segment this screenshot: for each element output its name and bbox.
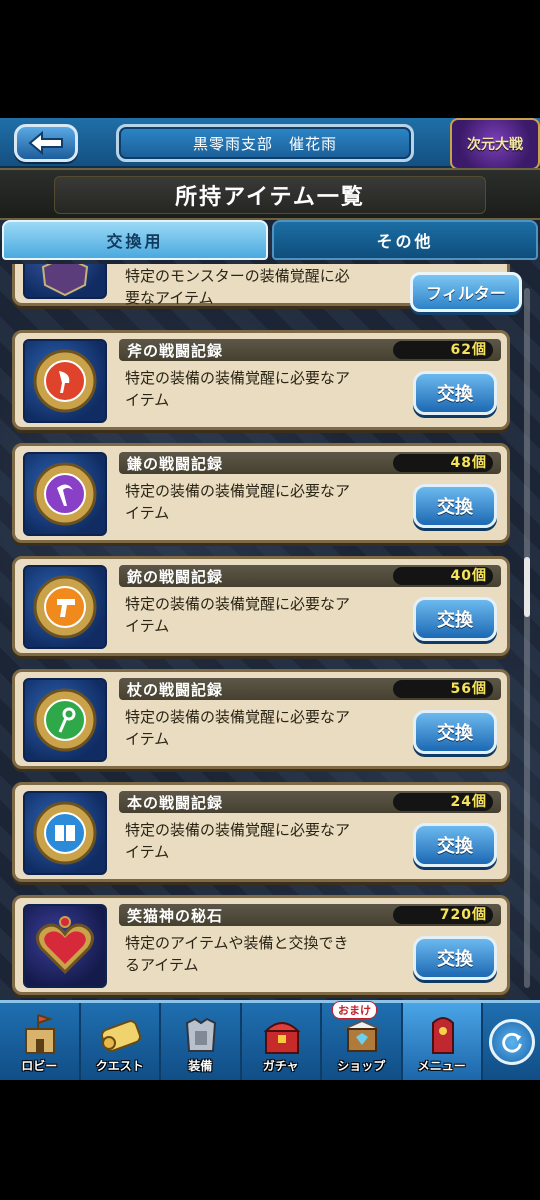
desc-line-2: イテム [125, 504, 170, 522]
page-title: 所持アイテム一覧 [54, 176, 486, 214]
tab-exchange[interactable]: 交換用 [2, 220, 268, 260]
item-name-plate: 笑猫神の秘石 720個 [119, 904, 501, 926]
exchange-button[interactable]: 交換 [413, 484, 497, 528]
desc-line-1: 特定の装備の装備覚醒に必要なア [125, 821, 351, 839]
item-count: 24個 [393, 793, 493, 811]
shield-item-icon [23, 264, 107, 299]
nav-label: 装備 [188, 1059, 213, 1073]
nav-lobby[interactable]: ロビー [0, 1003, 81, 1080]
item-name-plate: 銃の戦闘記録 40個 [119, 565, 501, 587]
item-description: 特定のアイテムや装備と交換でき るアイテム [125, 932, 415, 976]
item-description: 特定の装備の装備覚醒に必要なア イテム [125, 819, 415, 863]
nav-gacha[interactable]: ガチャ [242, 1003, 322, 1080]
nav-label: ショップ [337, 1059, 386, 1073]
axe-record-icon [23, 339, 107, 423]
nav-shop[interactable]: おまけ ショップ [322, 1001, 403, 1080]
item-description: 特定の装備の装備覚醒に必要なア イテム [125, 480, 415, 524]
list-item: 斧の戦闘記録 62個 特定の装備の装備覚醒に必要なア イテム 交換 [12, 330, 510, 430]
nav-equipment[interactable]: 装備 [161, 1003, 242, 1080]
screen: 黒零雨支部 催花雨 次元大戦 所持アイテム一覧 交換用 その他 特定のモンスター… [0, 0, 540, 1200]
item-count: 56個 [393, 680, 493, 698]
scrollbar[interactable] [524, 288, 530, 988]
event-badge-label: 次元大戦 [467, 137, 523, 153]
lobby-castle-icon [25, 1014, 55, 1054]
gun-record-icon [23, 565, 107, 649]
list-item: 笑猫神の秘石 720個 特定のアイテムや装備と交換でき るアイテム 交換 [12, 895, 510, 995]
top-bar: 黒零雨支部 催花雨 次元大戦 [0, 118, 540, 170]
desc-line-2: イテム [125, 391, 170, 409]
item-count: 720個 [393, 906, 493, 924]
menu-door-icon [431, 1017, 454, 1054]
item-name-plate: 本の戦闘記録 24個 [119, 791, 501, 813]
title-bar: 所持アイテム一覧 [0, 168, 540, 220]
nav-label: ガチャ [262, 1059, 299, 1073]
filter-button[interactable]: フィルター [410, 272, 522, 312]
desc-line-1: 特定の装備の装備覚醒に必要なア [125, 369, 351, 387]
exchange-button[interactable]: 交換 [413, 597, 497, 641]
desc-line-1: 特定の装備の装備覚醒に必要なア [125, 595, 351, 613]
bottom-nav: ロビー クエスト 装備 ガチャ おまけ ショップ メニュー [0, 1000, 540, 1080]
desc-line-2: イテム [125, 617, 170, 635]
item-name-plate: 杖の戦闘記録 56個 [119, 678, 501, 700]
desc-line-2: イテム [125, 843, 170, 861]
event-badge-button[interactable]: 次元大戦 [450, 118, 540, 170]
armor-icon [185, 1017, 217, 1052]
book-record-icon [23, 791, 107, 875]
game-area: 黒零雨支部 催花雨 次元大戦 所持アイテム一覧 交換用 その他 特定のモンスター… [0, 118, 540, 1080]
back-arrow-icon [28, 131, 63, 155]
item-description: 特定の装備の装備覚醒に必要なア イテム [125, 706, 415, 750]
guild-name: 黒零雨支部 催花雨 [192, 134, 337, 153]
refresh-button[interactable] [483, 1003, 540, 1080]
list-item: 本の戦闘記録 24個 特定の装備の装備覚醒に必要なア イテム 交換 [12, 782, 510, 882]
list-item: 杖の戦闘記録 56個 特定の装備の装備覚醒に必要なア イテム 交換 [12, 669, 510, 769]
scroll-thumb[interactable] [524, 557, 530, 617]
exchange-button[interactable]: 交換 [413, 710, 497, 754]
tab-bar: 交換用 その他 [0, 220, 540, 264]
list-item: 鎌の戦闘記録 48個 特定の装備の装備覚醒に必要なア イテム 交換 [12, 443, 510, 543]
nav-label: ロビー [21, 1059, 58, 1073]
item-description: 特定のモンスターの装備覚醒に必 要なアイテム [125, 265, 415, 309]
item-name: 笑猫神の秘石 [127, 906, 224, 925]
item-name: 鎌の戦闘記録 [127, 454, 224, 473]
exchange-button[interactable]: 交換 [413, 936, 497, 980]
item-description: 特定の装備の装備覚醒に必要なア イテム [125, 367, 415, 411]
omake-badge: おまけ [332, 1001, 377, 1019]
heart-stone-icon [23, 904, 107, 988]
item-count: 48個 [393, 454, 493, 472]
item-name: 本の戦闘記録 [127, 793, 224, 812]
desc-line-1: 特定のアイテムや装備と交換でき [125, 934, 349, 952]
list-item: 銃の戦闘記録 40個 特定の装備の装備覚醒に必要なア イテム 交換 [12, 556, 510, 656]
item-name: 銃の戦闘記録 [127, 567, 224, 586]
item-name: 斧の戦闘記録 [127, 341, 224, 360]
desc-line-1: 特定の装備の装備覚醒に必要なア [125, 708, 351, 726]
nav-quest[interactable]: クエスト [81, 1003, 161, 1080]
guild-name-plate: 黒零雨支部 催花雨 [116, 124, 414, 162]
desc-line-2: イテム [125, 730, 170, 748]
item-count: 40個 [393, 567, 493, 585]
refresh-icon [488, 1018, 535, 1065]
scythe-record-icon [23, 452, 107, 536]
nav-label: メニュー [417, 1059, 466, 1073]
desc-line-2: 要なアイテム [125, 289, 214, 307]
desc-line-1: 特定のモンスターの装備覚醒に必 [125, 267, 350, 285]
item-description: 特定の装備の装備覚醒に必要なア イテム [125, 593, 415, 637]
exchange-button[interactable]: 交換 [413, 823, 497, 867]
shop-stall-icon [343, 1019, 381, 1052]
item-list: 特定のモンスターの装備覚醒に必 要なアイテム 斧の戦闘記録 62個 特定の装備の… [0, 264, 540, 1004]
desc-line-1: 特定の装備の装備覚醒に必要なア [125, 482, 351, 500]
quest-scroll-icon [100, 1020, 141, 1052]
back-button[interactable] [14, 124, 78, 162]
tab-other[interactable]: その他 [272, 220, 538, 260]
treasure-chest-icon [263, 1022, 300, 1054]
desc-line-2: るアイテム [125, 956, 199, 974]
item-name: 杖の戦闘記録 [127, 680, 224, 699]
item-name-plate: 鎌の戦闘記録 48個 [119, 452, 501, 474]
exchange-button[interactable]: 交換 [413, 371, 497, 415]
item-count: 62個 [393, 341, 493, 359]
item-name-plate: 斧の戦闘記録 62個 [119, 339, 501, 361]
staff-record-icon [23, 678, 107, 762]
nav-label: クエスト [95, 1059, 144, 1073]
nav-menu[interactable]: メニュー [402, 1003, 483, 1080]
